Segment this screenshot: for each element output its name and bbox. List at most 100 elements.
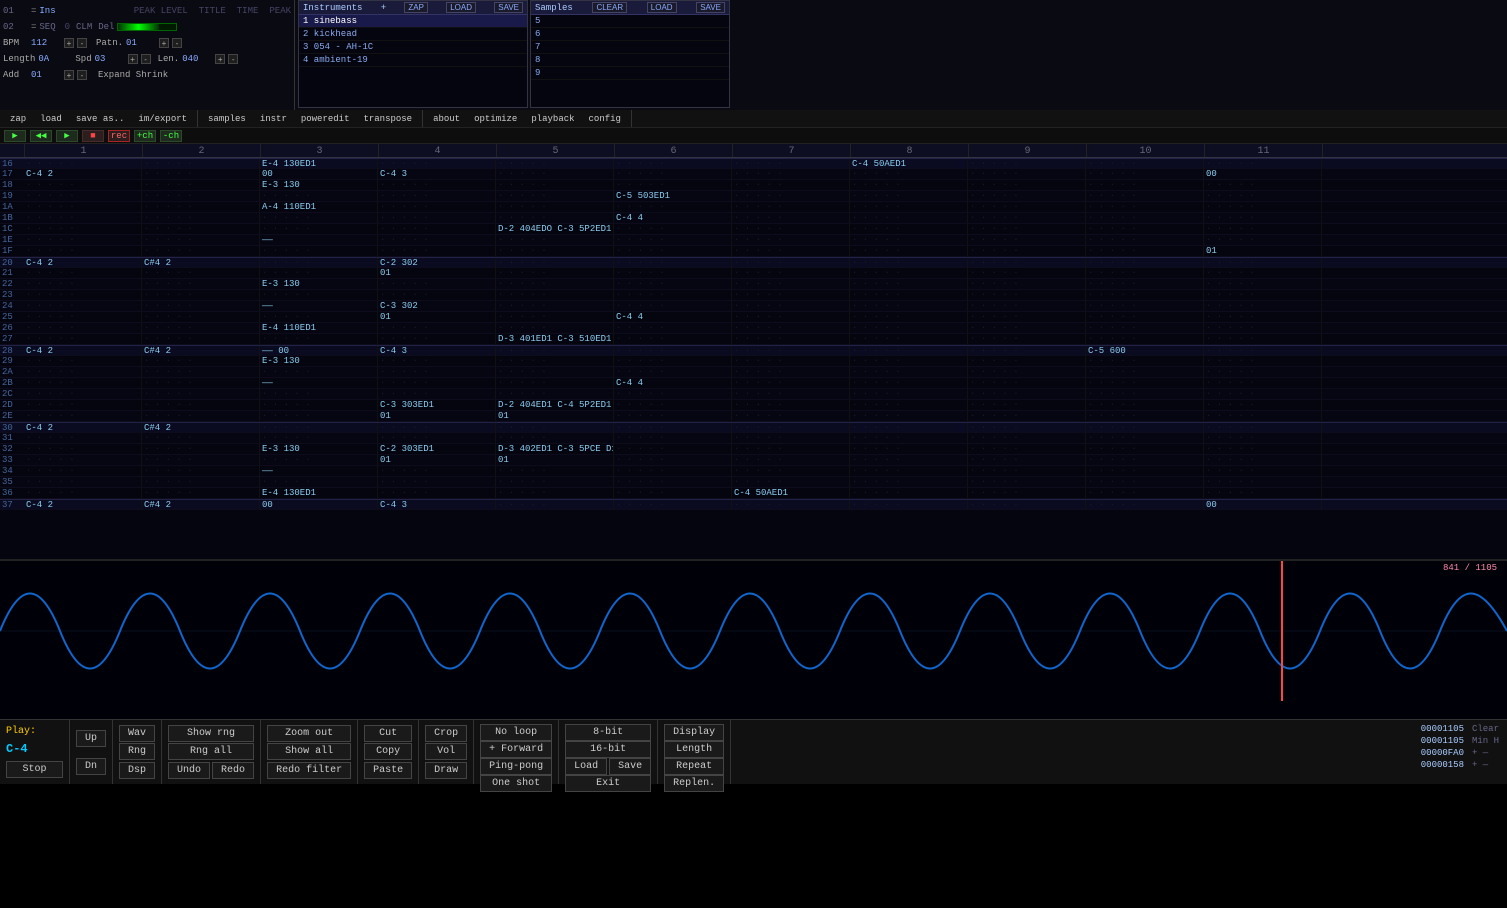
- table-row[interactable]: 1E· · · · ·· · · · ·——· · · · ·· · · · ·…: [0, 235, 1507, 246]
- up-btn[interactable]: Up: [76, 730, 106, 747]
- table-row[interactable]: 2A· · · · ·· · · · ·· · · · ·· · · · ·· …: [0, 367, 1507, 378]
- load-btn-bottom[interactable]: Load: [565, 758, 607, 775]
- menu-optimize[interactable]: optimize: [472, 113, 519, 125]
- menu-about[interactable]: about: [431, 113, 462, 125]
- no-loop-btn[interactable]: No loop: [480, 724, 552, 741]
- table-row[interactable]: 30C-4 2C#4 2· · · · ·· · · · ·· · · · ··…: [0, 422, 1507, 433]
- table-row[interactable]: 33· · · · ·· · · · ·· · · · · 01 01· · ·…: [0, 455, 1507, 466]
- cut-btn[interactable]: Cut: [364, 725, 412, 742]
- paste-btn[interactable]: Paste: [364, 762, 412, 779]
- repeat-btn[interactable]: Repeat: [664, 758, 724, 775]
- samples-load-btn[interactable]: LOAD: [647, 2, 677, 13]
- menu-playback[interactable]: playback: [529, 113, 576, 125]
- play2-btn[interactable]: ▶: [56, 130, 78, 142]
- patn-up-btn[interactable]: +: [159, 38, 169, 48]
- display-btn[interactable]: Display: [664, 724, 724, 741]
- menu-poweredit[interactable]: poweredit: [299, 113, 352, 125]
- instruments-add-btn[interactable]: +: [381, 3, 386, 13]
- add-dn-btn[interactable]: -: [77, 70, 87, 80]
- table-row[interactable]: 1B· · · · ·· · · · ·· · · · ·· · · · ·· …: [0, 213, 1507, 224]
- table-row[interactable]: 2E· · · · ·· · · · ·· · · · · 01 01· · ·…: [0, 411, 1507, 422]
- table-row[interactable]: 1A· · · · ·· · · · ·A-4 110ED1· · · · ··…: [0, 202, 1507, 213]
- show-all-btn[interactable]: Show all: [267, 743, 351, 760]
- table-row[interactable]: 34· · · · ·· · · · ·——· · · · ·· · · · ·…: [0, 466, 1507, 477]
- table-row[interactable]: 24· · · · ·· · · · ·——C-3 302· · · · ·· …: [0, 301, 1507, 312]
- instrument-item-2[interactable]: 3 054 - AH-1C: [299, 41, 527, 54]
- table-row[interactable]: 18· · · · ·· · · · ·E-3 130· · · · ·· · …: [0, 180, 1507, 191]
- len-dn-btn[interactable]: -: [228, 54, 238, 64]
- spd-dn-btn[interactable]: -: [141, 54, 151, 64]
- waveform-canvas[interactable]: 841 / 1105: [0, 561, 1507, 701]
- table-row[interactable]: 2C· · · · ·· · · · ·· · · · ·· · · · ·· …: [0, 389, 1507, 400]
- menu-im-export[interactable]: im/export: [136, 113, 189, 125]
- rng-btn[interactable]: Rng: [119, 743, 155, 760]
- undo-btn[interactable]: Undo: [168, 762, 210, 779]
- menu-save-as[interactable]: save as..: [74, 113, 127, 125]
- menu-zap[interactable]: zap: [8, 113, 28, 125]
- bit16-btn[interactable]: 16-bit: [565, 741, 651, 758]
- draw-btn[interactable]: Draw: [425, 762, 467, 779]
- exit-btn[interactable]: Exit: [565, 775, 651, 792]
- stop-btn[interactable]: ■: [82, 130, 104, 142]
- table-row[interactable]: 31· · · · ·· · · · ·· · · · ·· · · · ·· …: [0, 433, 1507, 444]
- replen-btn[interactable]: Replen.: [664, 775, 724, 792]
- table-row[interactable]: 26· · · · ·· · · · ·E-4 110ED1· · · · ··…: [0, 323, 1507, 334]
- redo-btn[interactable]: Redo: [212, 762, 254, 779]
- instruments-zap-btn[interactable]: ZAP: [404, 2, 428, 13]
- sample-item-3[interactable]: 8: [531, 54, 729, 67]
- crop-btn[interactable]: Crop: [425, 725, 467, 742]
- show-rng-btn[interactable]: Show rng: [168, 725, 254, 742]
- sample-item-1[interactable]: 6: [531, 28, 729, 41]
- samples-clear-btn[interactable]: CLEAR: [592, 2, 627, 13]
- stop-btn-bottom[interactable]: Stop: [6, 761, 63, 778]
- table-row[interactable]: 16· · · · ·· · · · ·E-4 130ED1· · · · ··…: [0, 158, 1507, 169]
- tch-btn[interactable]: +ch: [134, 130, 156, 142]
- forward-btn[interactable]: + Forward: [480, 741, 552, 758]
- ping-pong-btn[interactable]: Ping-pong: [480, 758, 552, 775]
- vol-btn[interactable]: Vol: [425, 743, 467, 760]
- table-row[interactable]: 36· · · · ·· · · · ·E-4 130ED1· · · · ··…: [0, 488, 1507, 499]
- length-btn[interactable]: Length: [664, 741, 724, 758]
- patn-dn-btn[interactable]: -: [172, 38, 182, 48]
- table-row[interactable]: 35· · · · ·· · · · ·· · · · ·· · · · ·· …: [0, 477, 1507, 488]
- table-row[interactable]: 2D· · · · ·· · · · ·· · · · ·C-3 303ED1D…: [0, 400, 1507, 411]
- table-row[interactable]: 27· · · · ·· · · · ·· · · · ·· · · · ·D-…: [0, 334, 1507, 345]
- instruments-load-btn[interactable]: LOAD: [446, 2, 476, 13]
- save-btn-bottom[interactable]: Save: [609, 758, 651, 775]
- table-row[interactable]: 20C-4 2C#4 2· · · · ·C-2 302· · · · ·· ·…: [0, 257, 1507, 268]
- spd-up-btn[interactable]: +: [128, 54, 138, 64]
- table-row[interactable]: 23· · · · ·· · · · ·· · · · ·· · · · ·· …: [0, 290, 1507, 301]
- back-btn[interactable]: ◀◀: [30, 130, 52, 142]
- table-row[interactable]: 22· · · · ·· · · · ·E-3 130· · · · ·· · …: [0, 279, 1507, 290]
- menu-load[interactable]: load: [38, 113, 64, 125]
- menu-config[interactable]: config: [587, 113, 623, 125]
- dn-btn[interactable]: Dn: [76, 758, 106, 775]
- table-row[interactable]: 1C· · · · ·· · · · ·· · · · ·· · · · ·D-…: [0, 224, 1507, 235]
- wav-btn[interactable]: Wav: [119, 725, 155, 742]
- redo-filter-btn[interactable]: Redo filter: [267, 762, 351, 779]
- bpm-dn-btn[interactable]: -: [77, 38, 87, 48]
- bit8-btn[interactable]: 8-bit: [565, 724, 651, 741]
- copy-btn[interactable]: Copy: [364, 743, 412, 760]
- pattern-scroll[interactable]: 16· · · · ·· · · · ·E-4 130ED1· · · · ··…: [0, 158, 1507, 559]
- table-row[interactable]: 19· · · · ·· · · · ·· · · · ·· · · · ·· …: [0, 191, 1507, 202]
- add-up-btn[interactable]: +: [64, 70, 74, 80]
- table-row[interactable]: 21· · · · ·· · · · ·· · · · · 01· · · · …: [0, 268, 1507, 279]
- table-row[interactable]: 28C-4 2C#4 2—— 00C-4 3· · · · ·· · · · ·…: [0, 345, 1507, 356]
- table-row[interactable]: 2B· · · · ·· · · · ·——· · · · ·· · · · ·…: [0, 378, 1507, 389]
- zoom-out-btn[interactable]: Zoom out: [267, 725, 351, 742]
- table-row[interactable]: 29· · · · ·· · · · ·E-3 130· · · · ·· · …: [0, 356, 1507, 367]
- sample-item-4[interactable]: 9: [531, 67, 729, 80]
- play-btn[interactable]: ▶: [4, 130, 26, 142]
- len-up-btn[interactable]: +: [215, 54, 225, 64]
- bpm-up-btn[interactable]: +: [64, 38, 74, 48]
- dsp-btn[interactable]: Dsp: [119, 762, 155, 779]
- menu-instr[interactable]: instr: [258, 113, 289, 125]
- table-row[interactable]: 32· · · · ·· · · · ·E-3 130C-2 303ED1D-3…: [0, 444, 1507, 455]
- sample-item-0[interactable]: 5: [531, 15, 729, 28]
- rng-all-btn[interactable]: Rng all: [168, 743, 254, 760]
- sample-item-2[interactable]: 7: [531, 41, 729, 54]
- minus-ch-btn[interactable]: -ch: [160, 130, 182, 142]
- table-row[interactable]: 37C-4 2C#4 2 00C-4 3· · · · ·· · · · ·· …: [0, 499, 1507, 510]
- instrument-item-0[interactable]: 1 sinebass: [299, 15, 527, 28]
